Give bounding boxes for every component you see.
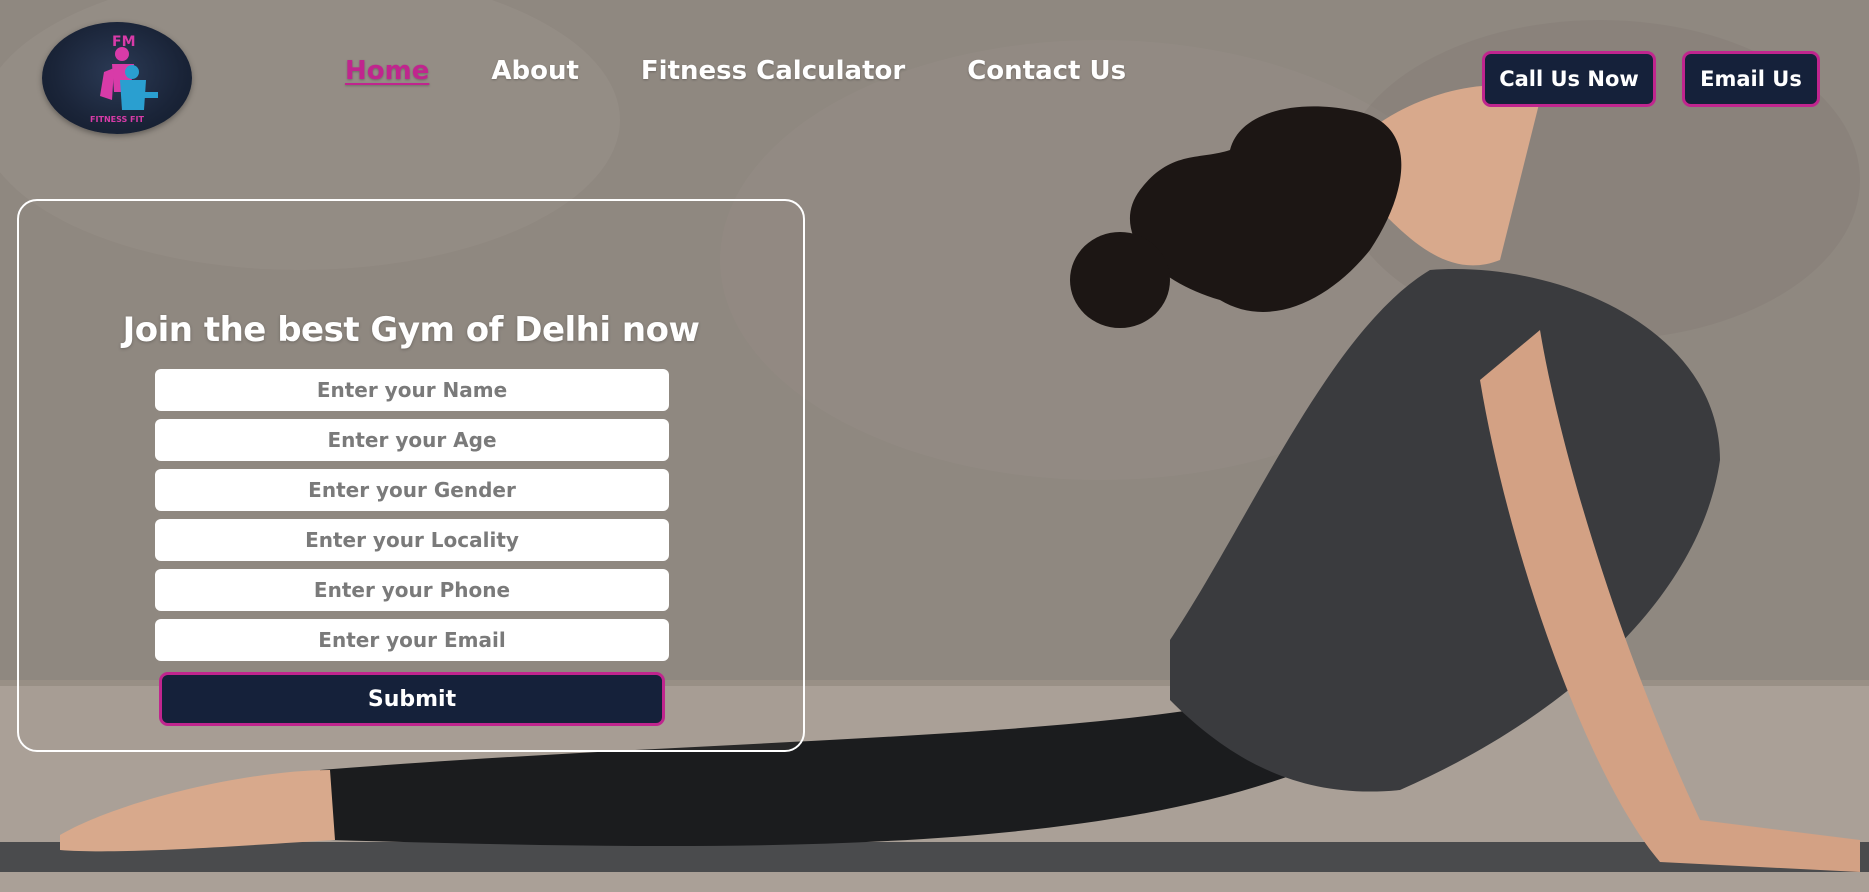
email-input[interactable] [155,619,669,661]
age-input[interactable] [155,419,669,461]
form-title: Join the best Gym of Delhi now [122,310,700,350]
nav-home-link[interactable]: Home [345,56,429,86]
locality-input[interactable] [155,519,669,561]
call-us-now-button[interactable]: Call Us Now [1482,51,1656,107]
name-input[interactable] [155,369,669,411]
svg-text:FM: FM [112,34,136,50]
submit-button[interactable]: Submit [159,672,665,726]
main-nav: Home About Fitness Calculator Contact Us [345,56,1126,86]
gender-input[interactable] [155,469,669,511]
nav-fitness-calculator-link[interactable]: Fitness Calculator [641,56,905,86]
fitness-figure-icon: FM FITNESS FIT [90,34,158,124]
nav-contact-us-link[interactable]: Contact Us [967,56,1126,86]
brand-logo[interactable]: FM FITNESS FIT [42,22,192,134]
site-header: FM FITNESS FIT Home About Fitness Calcul… [0,0,1869,150]
nav-about-link[interactable]: About [491,56,579,86]
phone-input[interactable] [155,569,669,611]
email-us-button[interactable]: Email Us [1682,51,1820,107]
svg-text:FITNESS FIT: FITNESS FIT [90,115,144,124]
signup-form-card: Join the best Gym of Delhi now Submit [17,199,805,752]
